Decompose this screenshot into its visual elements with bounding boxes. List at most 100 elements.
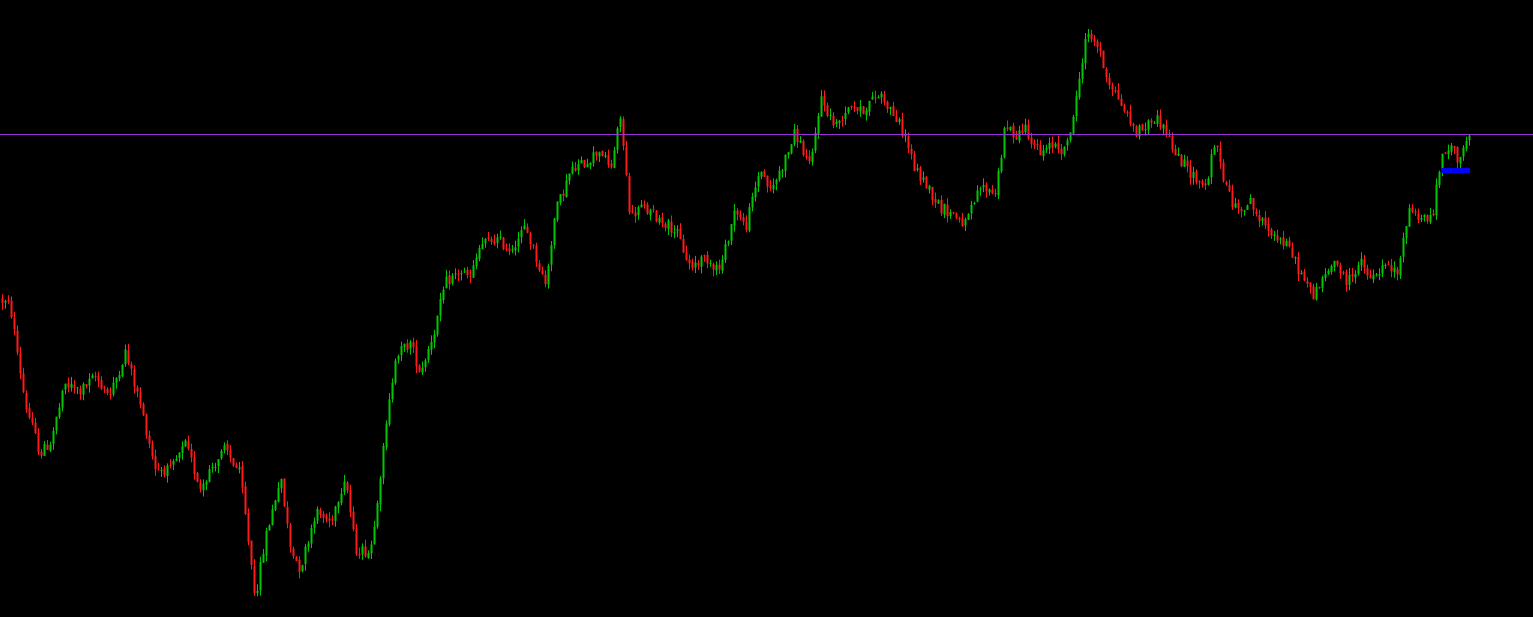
candle-body [715, 264, 718, 271]
candle-body [283, 478, 286, 507]
candle-body [868, 100, 871, 112]
candle-body [568, 173, 571, 181]
candle-81 [244, 481, 247, 515]
candle-body [757, 175, 760, 187]
candle-body [805, 155, 808, 158]
candle-body [274, 500, 277, 510]
candle-body [55, 416, 58, 431]
candle-body [376, 503, 379, 527]
position-marker[interactable] [1441, 168, 1470, 173]
candle-body [265, 530, 268, 556]
candle-body [1048, 142, 1051, 149]
candle-body [106, 388, 109, 393]
candle-body [613, 150, 616, 168]
candle-body [31, 417, 34, 423]
candle-body [463, 271, 466, 273]
candle-body [685, 252, 688, 260]
candle-body [1243, 210, 1246, 212]
candle-207 [622, 116, 625, 151]
candle-body [205, 481, 208, 485]
candle-body [814, 132, 817, 151]
candle-body [556, 201, 559, 220]
candle-body [418, 365, 421, 372]
candle-body [49, 444, 52, 451]
candle-body [691, 261, 694, 268]
candle-body [319, 509, 322, 515]
candle-body [193, 456, 196, 474]
candle-body [100, 380, 103, 389]
candle-body [1027, 124, 1030, 139]
candlestick-chart-svg [0, 0, 1533, 617]
candle-body [1081, 63, 1084, 80]
candle-308 [925, 176, 928, 189]
candle-body [208, 469, 211, 482]
candle-body [1102, 50, 1105, 69]
candle-145 [436, 315, 439, 337]
candle-82 [247, 508, 250, 546]
candle-body [28, 408, 31, 418]
candle-body [1324, 273, 1327, 278]
candle-body [1444, 152, 1447, 154]
candle-body [988, 189, 991, 193]
candle-body [1210, 154, 1213, 178]
candle-body [448, 275, 451, 285]
candle-249 [748, 203, 751, 233]
price-chart[interactable] [0, 0, 1533, 617]
candle-body [1156, 115, 1159, 124]
candle-body [322, 513, 325, 518]
candle-body [499, 236, 502, 238]
candle-body [142, 404, 145, 416]
candle-body [58, 407, 61, 417]
candle-body [682, 238, 685, 253]
candle-body [394, 360, 397, 383]
candle-body [427, 348, 430, 360]
candle-body [301, 565, 304, 571]
candle-body [964, 219, 967, 226]
candle-body [1009, 126, 1012, 130]
candle-body [316, 508, 319, 521]
candle-body [511, 249, 514, 251]
candle-body [247, 513, 250, 542]
candle-body [1042, 150, 1045, 157]
candle-body [526, 226, 529, 233]
candle-body [1348, 274, 1351, 285]
candle-body [739, 214, 742, 218]
candle-body [754, 187, 757, 198]
candle-body [349, 489, 352, 513]
candle-body [472, 265, 475, 278]
candle-378 [1135, 125, 1138, 138]
candle-body [1381, 265, 1384, 274]
candle-body [1372, 274, 1375, 280]
candle-body [1198, 181, 1201, 183]
candle-131 [394, 358, 397, 385]
candle-body [997, 170, 1000, 196]
candle-body [922, 177, 925, 180]
candle-body [637, 207, 640, 216]
candle-body [325, 516, 328, 520]
candle-body [121, 365, 124, 377]
candle-40 [121, 364, 124, 378]
candle-body [856, 107, 859, 111]
candle-body [1408, 208, 1411, 227]
candle-body [865, 110, 868, 116]
candle-body [163, 468, 166, 476]
candle-267 [802, 139, 805, 157]
candle-478 [1435, 178, 1438, 220]
candle-body [430, 341, 433, 350]
candle-body [952, 212, 955, 214]
candle-185 [556, 201, 559, 222]
candle-body [1396, 269, 1399, 275]
candle-body [490, 239, 493, 242]
candle-body [367, 553, 370, 558]
candle-body [730, 224, 733, 241]
candle-body [595, 151, 598, 156]
candle-body [199, 482, 202, 489]
candle-body [664, 224, 667, 228]
candle-body [1054, 143, 1057, 147]
candle-body [631, 211, 634, 213]
candle-86 [259, 556, 262, 596]
candle-body [172, 461, 175, 465]
candle-body [1225, 182, 1228, 185]
candle-body [643, 204, 646, 206]
candle-body [1123, 105, 1126, 112]
